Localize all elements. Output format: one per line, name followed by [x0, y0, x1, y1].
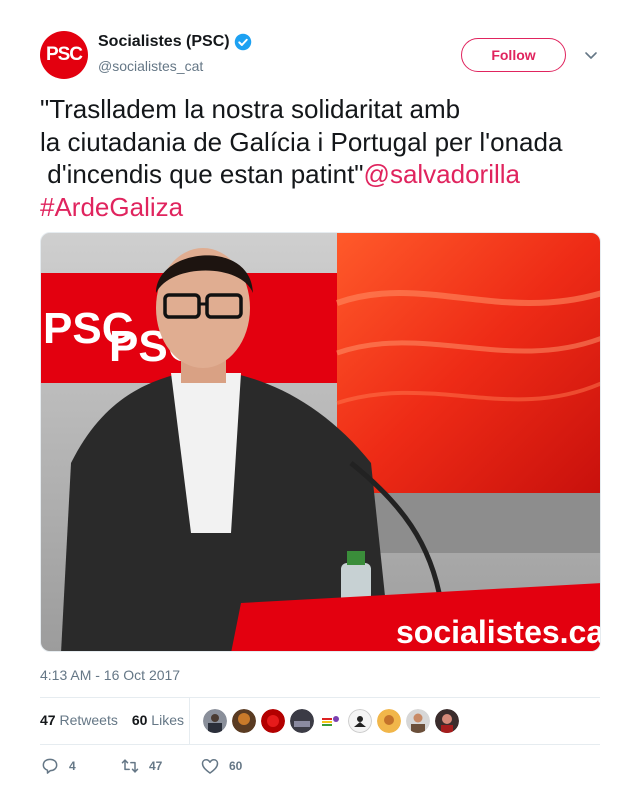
- likes-count: 60: [131, 712, 148, 728]
- action-bar: 4 47 60: [40, 756, 280, 776]
- follow-button[interactable]: Follow: [461, 38, 566, 72]
- hashtag-link[interactable]: #ArdeGaliza: [40, 192, 183, 222]
- liker-avatar[interactable]: [319, 709, 343, 733]
- like-button[interactable]: 60: [200, 756, 280, 776]
- liker-avatar[interactable]: [406, 709, 430, 733]
- podium-text: socialistes.cat: [396, 614, 601, 650]
- liker-avatar[interactable]: [290, 709, 314, 733]
- verified-badge-icon: [234, 33, 251, 51]
- tweet-text-line-1: "Traslladem la nostra solidaritat amb: [40, 94, 461, 124]
- retweets-count: 47: [40, 712, 56, 728]
- liker-avatar[interactable]: [232, 709, 256, 733]
- liker-avatars: [203, 709, 459, 733]
- retweet-count: 47: [149, 759, 163, 773]
- retweets-label: Retweets: [59, 712, 118, 728]
- retweet-icon: [121, 759, 139, 773]
- divider: [40, 744, 600, 745]
- mention-link[interactable]: @salvadorilla: [364, 159, 520, 189]
- liker-avatar[interactable]: [377, 709, 401, 733]
- liker-avatar[interactable]: [348, 709, 372, 733]
- reply-icon: [42, 758, 58, 774]
- tweet-stats: 47 Retweets 60 Likes: [40, 712, 184, 728]
- tweet-photo[interactable]: PSC PSC socialistes.cat: [40, 232, 601, 652]
- user-name[interactable]: Socialistes (PSC): [98, 33, 230, 51]
- liker-avatar[interactable]: [203, 709, 227, 733]
- chevron-down-icon[interactable]: [582, 46, 600, 64]
- tweet-text-line-2: la ciutadania de Galícia i Portugal per …: [40, 126, 563, 157]
- retweet-button[interactable]: 47: [120, 756, 200, 776]
- retweets-stat[interactable]: 47 Retweets: [40, 712, 118, 728]
- liker-avatar[interactable]: [261, 709, 285, 733]
- user-name-row[interactable]: Socialistes (PSC): [98, 33, 252, 51]
- avatar-logo-text: PSC: [45, 44, 83, 65]
- like-count: 60: [229, 759, 243, 773]
- stats-divider: [189, 698, 190, 744]
- likes-stat[interactable]: 60 Likes: [132, 712, 184, 728]
- heart-icon: [201, 759, 219, 774]
- avatar[interactable]: PSC: [40, 31, 88, 79]
- divider: [40, 697, 600, 698]
- likes-label: Likes: [151, 712, 184, 728]
- reply-count: 4: [69, 759, 76, 773]
- reply-button[interactable]: 4: [40, 756, 120, 776]
- timestamp[interactable]: 4:13 AM - 16 Oct 2017: [40, 667, 180, 683]
- tweet-text: "Traslladem la nostra solidaritat amb la…: [40, 93, 605, 223]
- liker-avatar[interactable]: [435, 709, 459, 733]
- tweet-text-line-3: d'incendis que estan patint": [40, 159, 364, 189]
- user-handle[interactable]: @socialistes_cat: [98, 58, 203, 74]
- photo-scene: PSC PSC socialistes.cat: [41, 233, 601, 651]
